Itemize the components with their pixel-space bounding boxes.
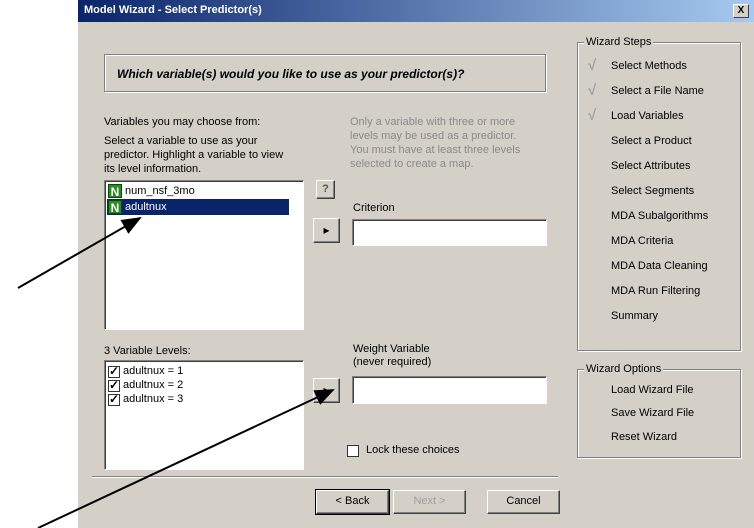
arrow-to-variable — [17, 217, 142, 289]
annotation-arrows — [17, 217, 335, 528]
arrow-to-weight-button — [37, 389, 335, 528]
